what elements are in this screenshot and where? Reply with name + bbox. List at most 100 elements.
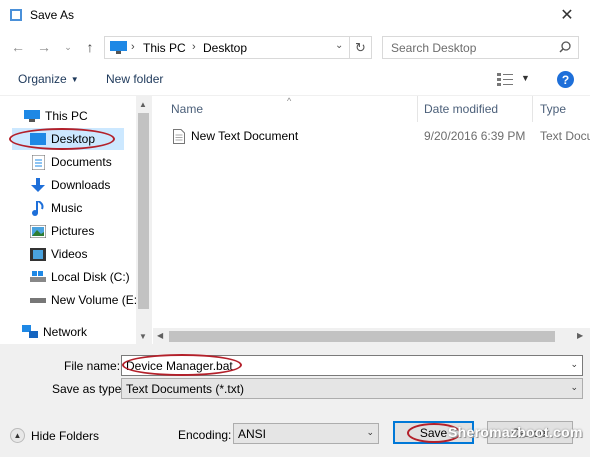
sidebar-item-music[interactable]: Music: [30, 197, 82, 219]
file-type: Text Docu: [540, 129, 590, 143]
organize-button[interactable]: Organize ▼: [18, 72, 79, 86]
back-arrow-icon: ←: [11, 39, 25, 55]
save-options-panel: File name: Device Manager.bat ⌄ Save as …: [0, 344, 590, 457]
title-bar: Save As ✕: [0, 0, 590, 31]
sidebar-item-desktop[interactable]: Desktop: [12, 128, 124, 150]
scroll-right-icon[interactable]: ▶: [577, 331, 583, 340]
desktop-icon: [30, 131, 46, 147]
organize-label: Organize: [18, 72, 67, 86]
sidebar-item-label: Desktop: [51, 132, 96, 146]
notepad-icon: [10, 9, 22, 21]
sidebar-item-label: New Volume (E:): [51, 293, 142, 307]
column-header-label: Date modified: [424, 102, 499, 116]
up-button[interactable]: ↑: [80, 37, 100, 57]
save-as-type-label: Save as type:: [52, 382, 125, 396]
file-name-value: Device Manager.bat: [126, 359, 233, 373]
file-name-label: File name:: [64, 359, 121, 373]
scroll-up-icon[interactable]: ▲: [139, 100, 147, 109]
address-dropdown-icon[interactable]: ⌄: [335, 40, 343, 51]
chevron-down-icon: ⌄: [64, 41, 72, 52]
view-dropdown-icon[interactable]: ▼: [521, 73, 530, 83]
breadcrumb-this-pc[interactable]: This PC: [143, 41, 186, 55]
chevron-down-icon[interactable]: ⌄: [570, 359, 578, 370]
file-name-input[interactable]: Device Manager.bat ⌄: [121, 355, 583, 376]
column-divider[interactable]: [532, 96, 533, 122]
sidebar-item-local-disk[interactable]: Local Disk (C:): [30, 266, 130, 288]
sidebar-item-label: Documents: [51, 155, 112, 169]
refresh-icon: ↻: [355, 39, 366, 55]
pictures-icon: [30, 223, 46, 239]
drive-icon: [30, 269, 46, 285]
save-button-label: Save: [419, 425, 448, 440]
forward-arrow-icon: →: [37, 39, 51, 55]
save-as-type-select[interactable]: Text Documents (*.txt) ⌄: [121, 378, 583, 399]
sidebar-item-this-pc[interactable]: This PC: [24, 105, 88, 127]
search-placeholder: Search Desktop: [391, 41, 477, 55]
sidebar-item-downloads[interactable]: Downloads: [30, 174, 110, 196]
file-date: 9/20/2016 6:39 PM: [424, 129, 526, 143]
sidebar-item-network[interactable]: Network: [22, 321, 87, 343]
new-folder-label: New folder: [106, 72, 164, 86]
command-bar: Organize ▼ New folder ▼ ?: [0, 63, 590, 95]
address-bar[interactable]: › This PC › Desktop ⌄ ↻: [104, 36, 372, 59]
help-button[interactable]: ?: [557, 71, 574, 88]
search-icon: [559, 41, 571, 53]
breadcrumb-separator-icon: ›: [131, 41, 135, 53]
save-as-type-value: Text Documents (*.txt): [126, 382, 245, 396]
forward-button[interactable]: →: [34, 37, 54, 57]
download-icon: [30, 177, 46, 193]
chevron-down-icon: ⌄: [570, 382, 578, 392]
refresh-button[interactable]: ↻: [349, 37, 371, 58]
view-options-icon[interactable]: [497, 72, 513, 86]
navigation-pane: This PC Desktop Documents Downloads Musi…: [0, 96, 152, 345]
sidebar-item-new-volume[interactable]: New Volume (E:): [30, 289, 141, 311]
scroll-down-icon[interactable]: ▼: [139, 332, 147, 341]
sidebar-item-label: This PC: [45, 109, 88, 123]
scrollbar-thumb[interactable]: [138, 113, 149, 309]
column-header-label: Type: [540, 102, 567, 116]
sidebar-item-label: Videos: [51, 247, 88, 261]
column-divider[interactable]: [417, 96, 418, 122]
column-header-name[interactable]: Name: [171, 96, 203, 122]
pc-icon: [110, 41, 127, 54]
scroll-left-icon[interactable]: ◀: [157, 331, 163, 340]
search-box[interactable]: Search Desktop: [382, 36, 579, 59]
new-folder-button[interactable]: New folder: [106, 72, 163, 86]
chevron-down-icon: ⌄: [366, 427, 374, 437]
sidebar-item-label: Pictures: [51, 224, 95, 238]
close-button[interactable]: ✕: [544, 0, 590, 30]
sidebar-item-label: Network: [43, 325, 88, 339]
hide-folders-label: Hide Folders: [31, 428, 100, 443]
encoding-select[interactable]: ANSI ⌄: [233, 423, 379, 444]
text-file-icon: [173, 129, 185, 144]
file-row[interactable]: New Text Document 9/20/2016 6:39 PM Text…: [169, 126, 590, 148]
watermark: Sheromazboot.com: [448, 424, 583, 440]
column-header-date[interactable]: Date modified: [424, 96, 498, 122]
column-header-label: Name: [171, 102, 204, 116]
scrollbar-thumb[interactable]: [169, 331, 555, 342]
music-icon: [30, 200, 46, 216]
sidebar-item-pictures[interactable]: Pictures: [30, 220, 94, 242]
breadcrumb-desktop[interactable]: Desktop: [203, 41, 247, 55]
drive-icon: [30, 292, 46, 308]
back-button[interactable]: ←: [8, 37, 28, 57]
sidebar-scrollbar[interactable]: ▲ ▼: [136, 96, 151, 345]
sort-ascending-icon: ^: [287, 96, 292, 106]
file-list-scrollbar[interactable]: ◀ ▶: [153, 328, 590, 345]
sidebar-item-label: Music: [51, 201, 83, 215]
encoding-value: ANSI: [238, 427, 267, 441]
file-name: New Text Document: [191, 129, 299, 143]
pc-icon: [24, 108, 40, 124]
dropdown-caret-icon: ▼: [70, 75, 79, 84]
sidebar-item-videos[interactable]: Videos: [30, 243, 87, 265]
column-header-type[interactable]: Type: [540, 96, 566, 122]
breadcrumb-separator-icon: ›: [192, 41, 196, 53]
help-icon: ?: [561, 72, 570, 87]
documents-icon: [30, 154, 46, 170]
browser-pane: This PC Desktop Documents Downloads Musi…: [0, 95, 590, 345]
recent-locations-button[interactable]: ⌄: [58, 37, 78, 57]
hide-folders-button[interactable]: ▲ Hide Folders: [10, 428, 99, 443]
navigation-bar: ← → ⌄ ↑ › This PC › Desktop ⌄ ↻ Search D…: [0, 31, 590, 63]
up-arrow-icon: ↑: [86, 39, 94, 55]
sidebar-item-documents[interactable]: Documents: [30, 151, 112, 173]
